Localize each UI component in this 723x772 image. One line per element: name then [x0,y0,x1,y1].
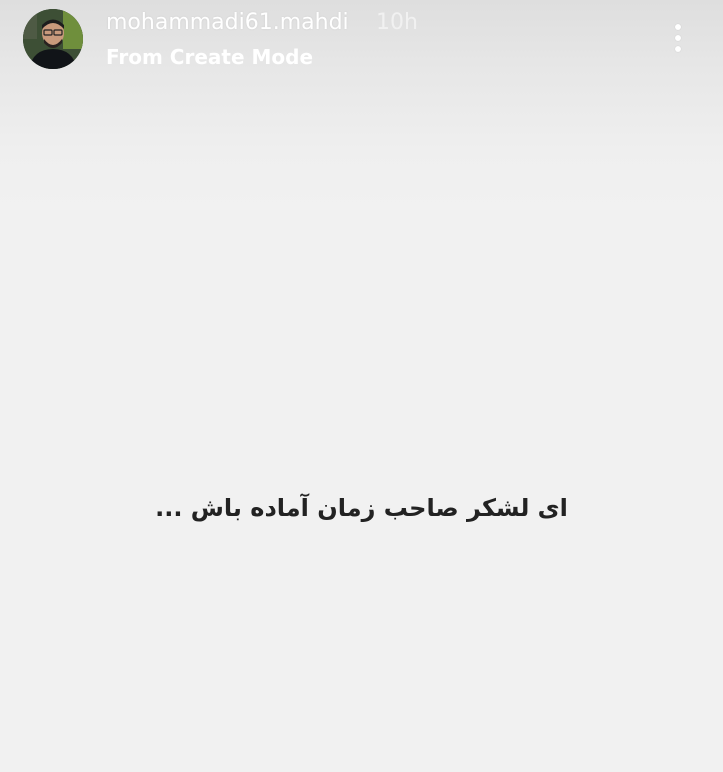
story-caption-text: ای لشکر صاحب زمان آماده باش ... [155,494,568,522]
story-view[interactable]: mohammadi61.mahdi 10h From Create Mode ا… [0,0,723,772]
profile-avatar[interactable] [23,9,83,69]
more-vertical-icon-dot [675,46,681,52]
avatar-image [23,9,83,69]
story-timestamp: 10h [376,10,418,35]
story-header: mohammadi61.mahdi 10h From Create Mode [0,0,723,90]
username[interactable]: mohammadi61.mahdi [106,9,349,37]
create-mode-label[interactable]: From Create Mode [106,44,313,70]
more-vertical-icon [675,24,681,30]
more-options-button[interactable] [664,18,692,58]
more-vertical-icon-dot [675,35,681,41]
